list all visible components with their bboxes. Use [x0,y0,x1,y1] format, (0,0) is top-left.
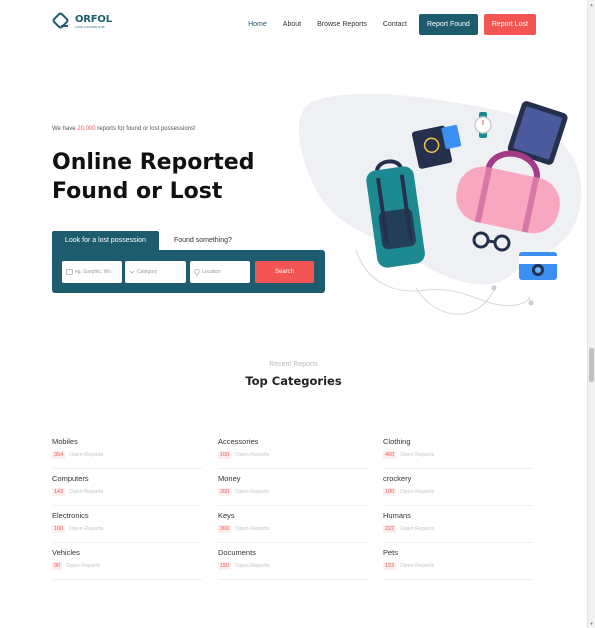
category-count: 143 [52,488,66,496]
keyword-placeholder: eg. Garphic. Wo [75,269,112,275]
report-count: 20,000 [77,126,96,132]
category-item[interactable]: crockery 100 Open Reports [383,469,533,506]
location-placeholder: Location [202,269,221,275]
category-name: Accessories [218,437,259,446]
logo-icon [52,12,69,29]
nav-home[interactable]: Home [248,21,267,28]
scroll-up-arrow-icon[interactable]: ▲ [589,2,594,7]
scroll-thumb[interactable] [589,348,594,382]
category-count: 200 [218,488,232,496]
open-reports-label: Open Reports [400,563,435,569]
category-count: 123 [383,562,397,570]
category-name: Pets [383,548,399,557]
location-input[interactable]: Location [190,261,250,283]
category-item[interactable]: Clothing 460 Open Reports [383,432,533,469]
nav-about[interactable]: About [283,21,301,28]
report-found-button[interactable]: Report Found [419,14,478,35]
brand-name: ORFOL [75,14,112,25]
open-reports-label: Open Reports [69,489,104,495]
open-reports-label: Open Reports [400,526,435,532]
category-placeholder: Category [137,269,158,275]
category-count: 354 [52,451,66,459]
category-count: 100 [52,525,66,533]
category-name: Keys [218,511,235,520]
category-count: 100 [383,488,397,496]
open-reports-label: Open Reports [66,563,101,569]
keyboard-icon [66,269,73,275]
category-name: Mobiles [52,437,78,446]
hero-kicker: We have 20,000 reports for found or lost… [52,126,196,132]
category-count: 150 [218,562,232,570]
category-select[interactable]: Category [125,261,186,283]
category-item[interactable]: Computers 143 Open Reports [52,469,202,506]
earbud-icon [491,285,497,291]
category-name: Clothing [383,437,411,446]
category-name: Computers [52,474,89,483]
chevron-down-icon [129,270,135,274]
category-item[interactable]: Accessories 100 Open Reports [218,432,368,469]
category-item[interactable]: Electronics 100 Open Reports [52,506,202,543]
open-reports-label: Open Reports [400,452,435,458]
open-reports-label: Open Reports [235,452,270,458]
category-name: Documents [218,548,256,557]
tab-found-something[interactable]: Found something? [159,231,245,250]
page-scrollbar[interactable]: ▲ ▼ [587,0,595,628]
tab-lost-possession[interactable]: Look for a lost possession [52,231,159,250]
category-name: Vehicles [52,548,80,557]
category-name: Money [218,474,241,483]
category-count: 222 [383,525,397,533]
section-subtitle: Recent Reports [269,361,318,368]
brand-tagline: LOSS & FOUND HUB [75,25,105,29]
category-count: 90 [52,562,63,570]
open-reports-label: Open Reports [235,526,270,532]
category-count: 100 [218,451,232,459]
hero-title-line1: Online Reported [52,150,255,175]
category-name: Humans [383,511,411,520]
search-panel: eg. Garphic. Wo Category Location Search [52,250,325,293]
main-nav: Home About Browse Reports Contact Report… [232,14,536,35]
section-title: Top Categories [245,374,342,388]
open-reports-label: Open Reports [235,489,270,495]
nav-browse-reports[interactable]: Browse Reports [317,21,367,28]
category-item[interactable]: Pets 123 Open Reports [383,543,533,580]
scroll-down-arrow-icon[interactable]: ▼ [589,621,594,626]
category-item[interactable]: Keys 300 Open Reports [218,506,368,543]
category-count: 460 [383,451,397,459]
camera-icon [519,252,557,280]
open-reports-label: Open Reports [235,563,270,569]
hero-title: Online Reported Found or Lost [52,148,312,206]
search-tabs: Look for a lost possession Found somethi… [52,231,245,250]
category-name: Electronics [52,511,89,520]
nav-contact[interactable]: Contact [383,21,407,28]
open-reports-label: Open Reports [400,489,435,495]
category-count: 300 [218,525,232,533]
report-lost-button[interactable]: Report Lost [483,14,536,35]
category-item[interactable]: Humans 222 Open Reports [383,506,533,543]
open-reports-label: Open Reports [69,526,104,532]
brand-logo[interactable]: ORFOL LOSS & FOUND HUB [52,12,112,32]
lost-items-illustration [298,93,582,315]
hero-title-line2: Found or Lost [52,179,223,204]
keyword-input[interactable]: eg. Garphic. Wo [62,261,122,283]
category-name: crockery [383,474,412,483]
category-item[interactable]: Mobiles 354 Open Reports [52,432,202,469]
location-pin-icon [194,268,200,276]
category-item[interactable]: Money 200 Open Reports [218,469,368,506]
category-item[interactable]: Documents 150 Open Reports [218,543,368,580]
category-item[interactable]: Vehicles 90 Open Reports [52,543,202,580]
open-reports-label: Open Reports [69,452,104,458]
